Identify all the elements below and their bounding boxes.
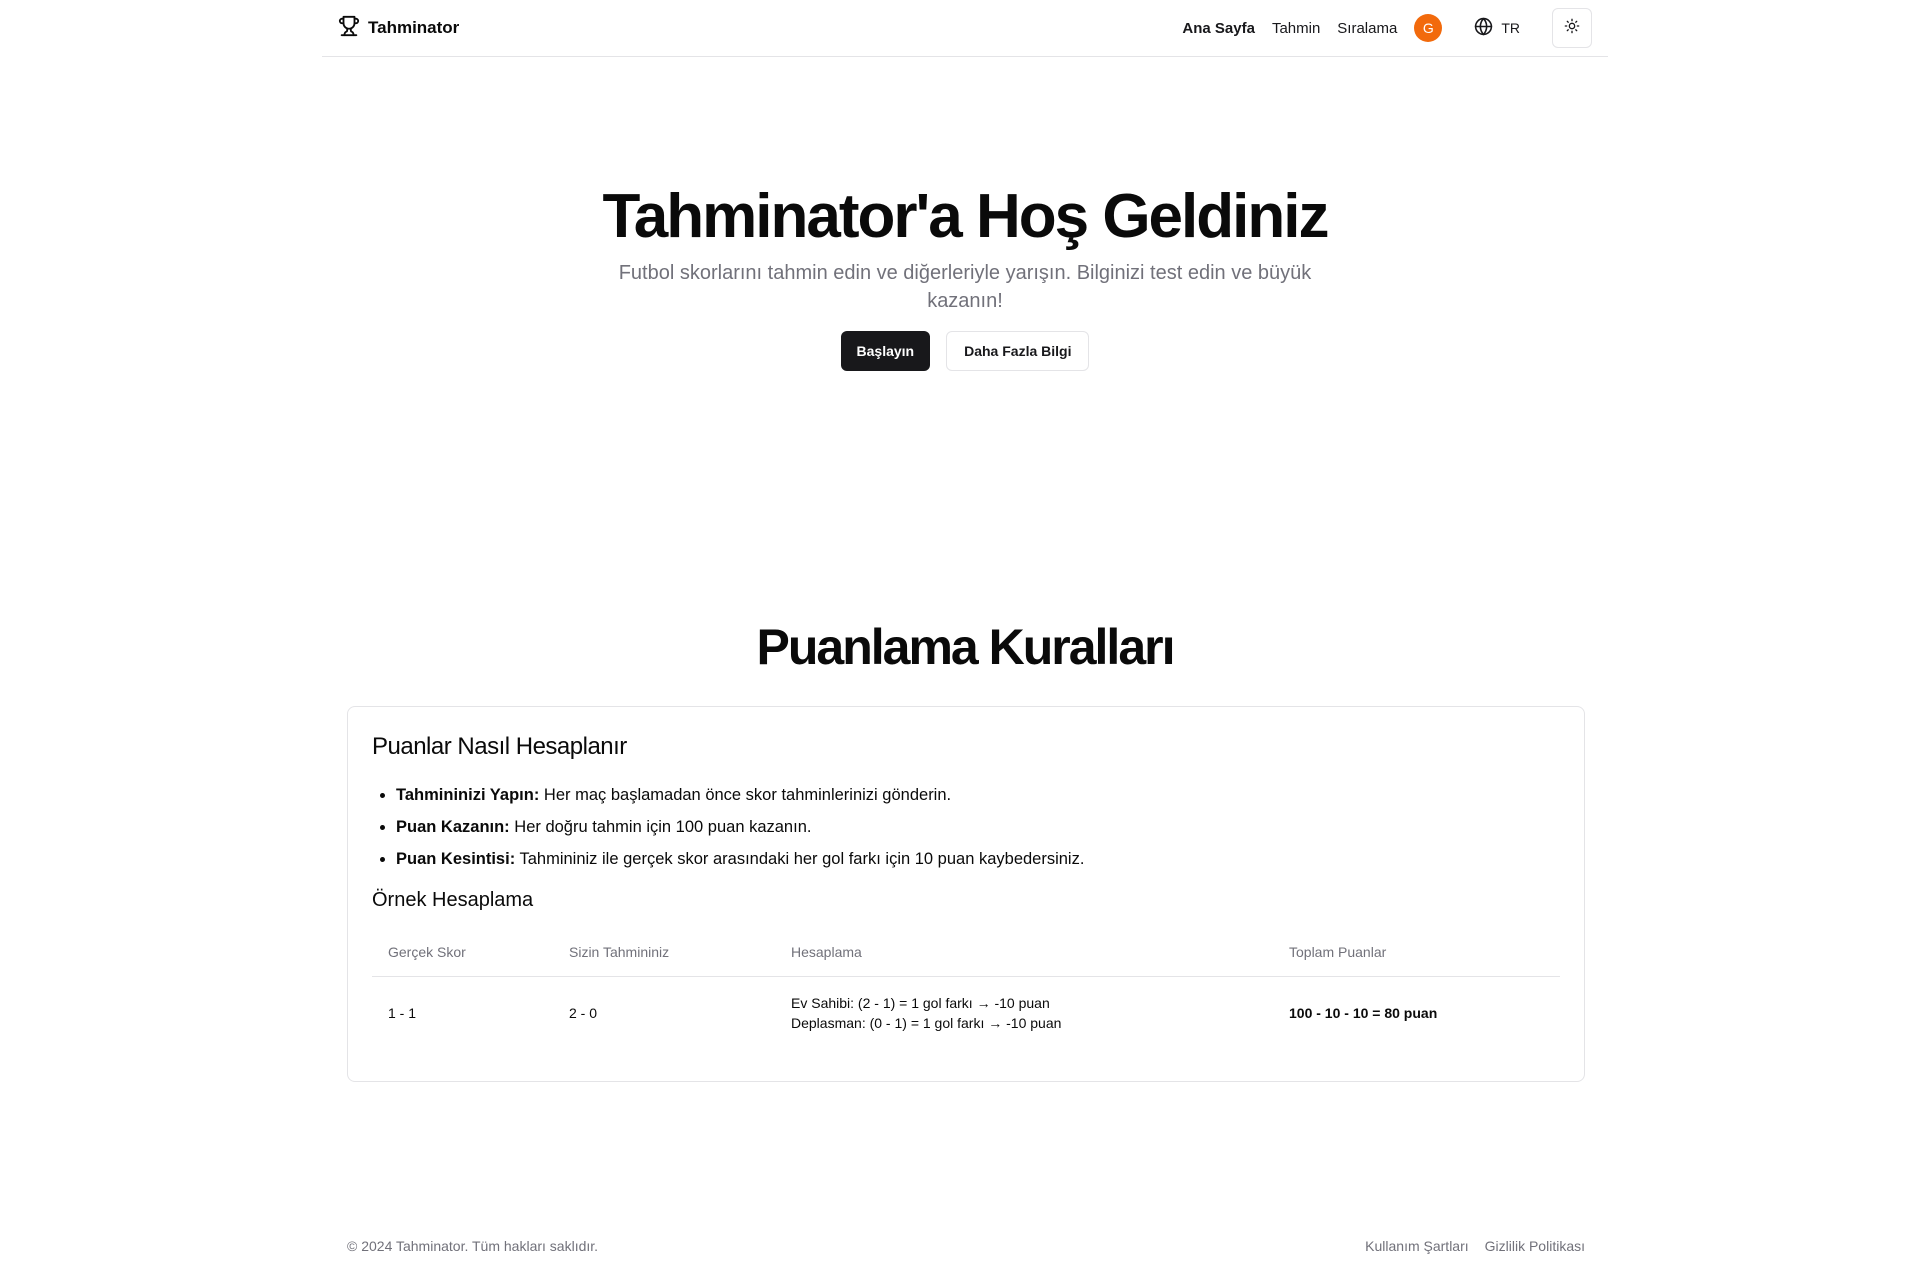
hero-subtitle: Futbol skorlarını tahmin edin ve diğerle…: [618, 262, 1312, 312]
list-item: Tahmininizi Yapın: Her maç başlamadan ön…: [396, 779, 1560, 811]
rules-list: Tahmininizi Yapın: Her maç başlamadan ön…: [372, 779, 1560, 875]
rule-text: Tahmininiz ile gerçek skor arasındaki he…: [515, 850, 1085, 868]
privacy-link[interactable]: Gizlilik Politikası: [1485, 1238, 1585, 1254]
hero-actions: Başlayın Daha Fazla Bilgi: [0, 331, 1920, 371]
column-header: Toplam Puanlar: [1273, 928, 1560, 977]
example-table: Gerçek Skor Sizin Tahmininiz Hesaplama T…: [372, 928, 1560, 1049]
brand-name: Tahminator: [368, 18, 460, 37]
nav-leaderboard[interactable]: Sıralama: [1337, 20, 1397, 37]
actual-score-cell: 1 - 1: [388, 1004, 417, 1021]
copyright-text: © 2024 Tahminator. Tüm hakları saklıdır.: [347, 1238, 599, 1254]
table-row: 1 - 1 2 - 0 Ev Sahibi: (2 - 1) = 1 gol f…: [372, 976, 1560, 1049]
hero-title: Tahminator'a Hoş Geldiniz: [602, 182, 1330, 251]
rules-section-title: Puanlama Kuralları: [756, 619, 1176, 675]
prediction-cell: 2 - 0: [569, 1004, 598, 1021]
user-avatar[interactable]: G: [1414, 14, 1443, 42]
globe-icon: [1474, 17, 1493, 39]
top-navbar: Tahminator Ana Sayfa Tahmin Sıralama G T…: [322, 0, 1608, 57]
rule-label: Puan Kesintisi:: [396, 850, 516, 868]
list-item: Puan Kazanın: Her doğru tahmin için 100 …: [396, 811, 1560, 843]
language-code: TR: [1501, 20, 1520, 36]
sun-icon: [1564, 18, 1580, 39]
rule-label: Tahmininizi Yapın:: [396, 786, 540, 804]
footer: © 2024 Tahminator. Tüm hakları saklıdır.…: [347, 1238, 1585, 1254]
column-header: Gerçek Skor: [372, 928, 553, 977]
list-item: Puan Kesintisi: Tahmininiz ile gerçek sk…: [396, 843, 1560, 875]
trophy-icon: [338, 15, 360, 42]
table-header-row: Gerçek Skor Sizin Tahmininiz Hesaplama T…: [372, 928, 1560, 977]
example-title: Örnek Hesaplama: [372, 889, 534, 911]
calc-away-line: Deplasman: (0 - 1) = 1 gol farkı → -10 p…: [791, 1014, 1062, 1031]
brand[interactable]: Tahminator: [338, 15, 459, 42]
nav-predict[interactable]: Tahmin: [1272, 20, 1320, 37]
theme-toggle-button[interactable]: [1552, 8, 1592, 48]
calculation-cell: Ev Sahibi: (2 - 1) = 1 gol farkı → -10 p…: [775, 976, 1273, 1049]
rule-text: Her doğru tahmin için 100 puan kazanın.: [509, 818, 812, 836]
get-started-button[interactable]: Başlayın: [840, 331, 931, 371]
rule-label: Puan Kazanın:: [396, 818, 510, 836]
column-header: Sizin Tahmininiz: [553, 928, 775, 977]
hero-section: Tahminator'a Hoş Geldiniz Futbol skorlar…: [0, 175, 1920, 371]
rules-card-title: Puanlar Nasıl Hesaplanır: [372, 733, 627, 760]
calc-home-line: Ev Sahibi: (2 - 1) = 1 gol farkı → -10 p…: [791, 994, 1050, 1011]
main-nav: Ana Sayfa Tahmin Sıralama G TR: [1165, 8, 1592, 48]
footer-links: Kullanım Şartları Gizlilik Politikası: [1365, 1238, 1585, 1254]
rule-text: Her maç başlamadan önce skor tahminlerin…: [539, 786, 952, 804]
language-selector[interactable]: TR: [1474, 17, 1520, 39]
learn-more-button[interactable]: Daha Fazla Bilgi: [946, 331, 1090, 371]
total-points-cell: 100 - 10 - 10 = 80 puan: [1289, 1004, 1438, 1021]
column-header: Hesaplama: [775, 928, 1273, 977]
nav-home[interactable]: Ana Sayfa: [1182, 20, 1255, 37]
terms-link[interactable]: Kullanım Şartları: [1365, 1238, 1468, 1254]
rules-card: Puanlar Nasıl Hesaplanır Tahmininizi Yap…: [347, 706, 1585, 1082]
